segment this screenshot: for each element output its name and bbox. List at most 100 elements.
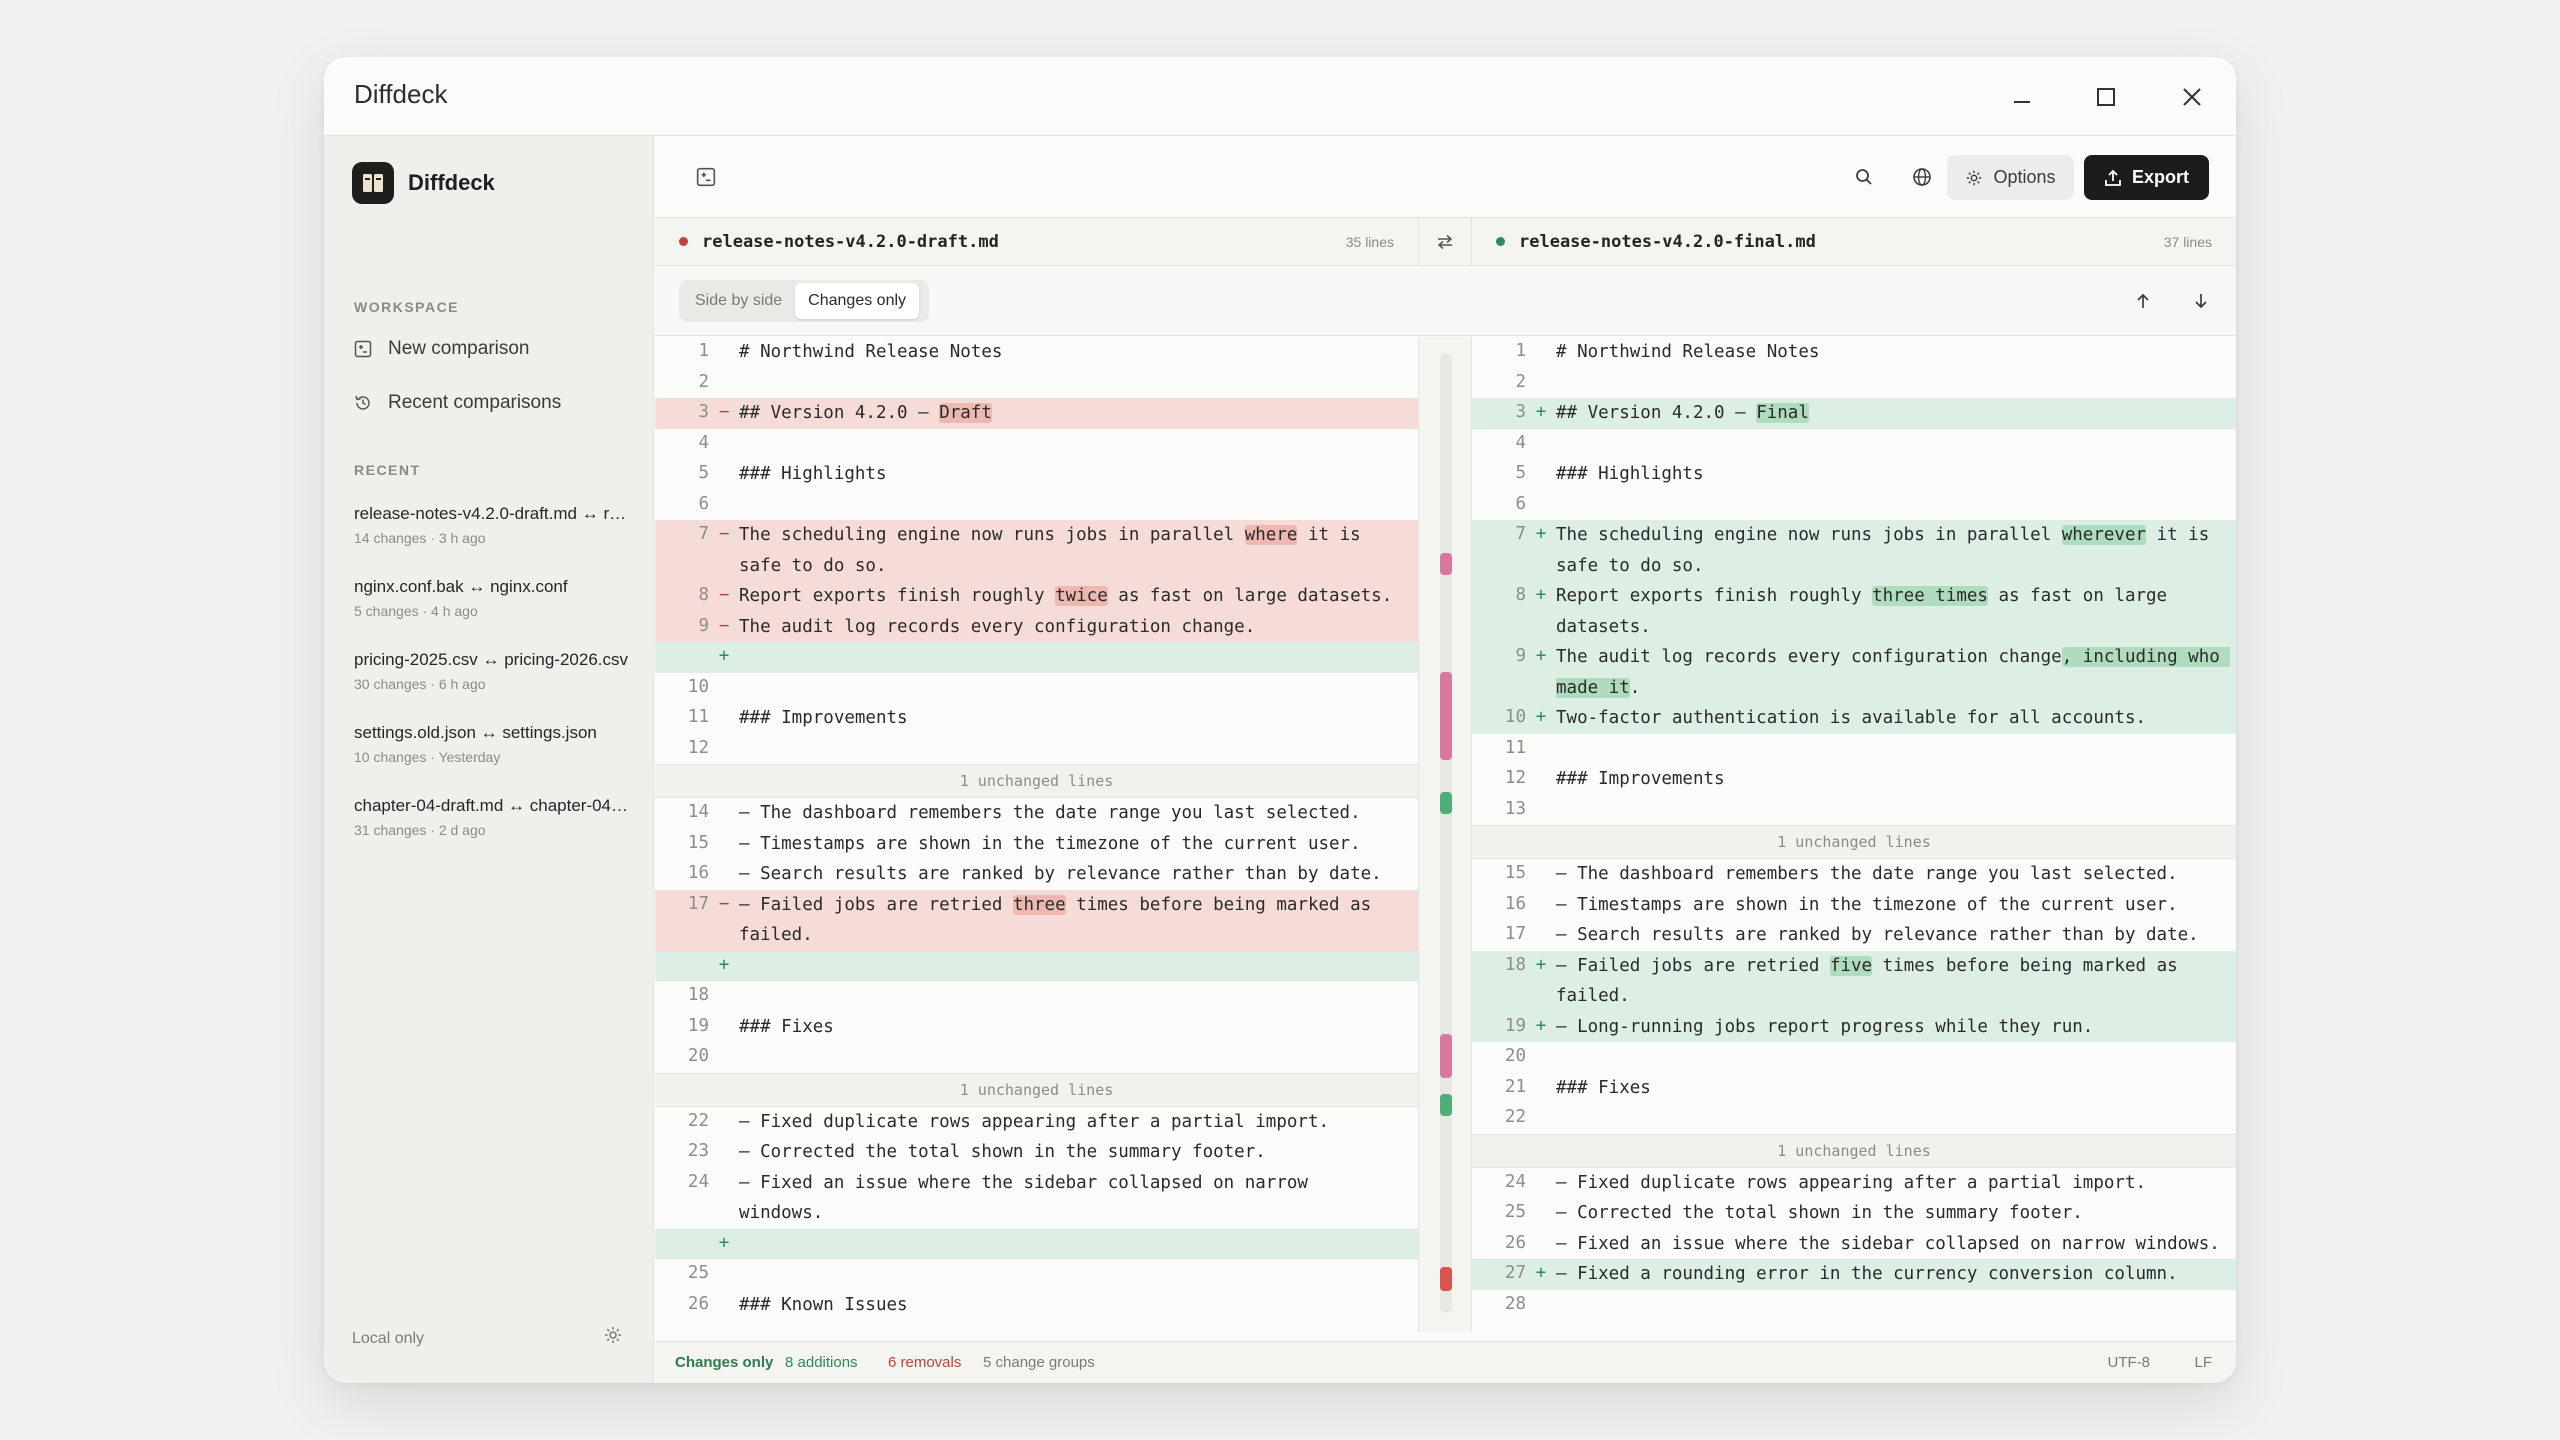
context-line: 15 – The dashboard remembers the date ran… xyxy=(1472,859,2236,890)
unchanged-lines-fold[interactable]: 1 unchanged lines xyxy=(1472,825,2236,859)
line-number: 10 xyxy=(687,676,709,697)
change-marker xyxy=(1526,490,1556,521)
context-line: 20 ​ xyxy=(655,1042,1418,1073)
view-changes-only[interactable]: Changes only xyxy=(795,283,920,319)
line-text: – The dashboard remembers the date range… xyxy=(739,798,1418,829)
main-area: Options Export release-notes-v4.2.0-draf… xyxy=(655,136,2236,1383)
line-number: 4 xyxy=(698,432,709,453)
context-line: 24 – Fixed an issue where the sidebar col… xyxy=(655,1168,1418,1229)
search-icon xyxy=(1856,169,1872,185)
text-segment: ### Highlights xyxy=(1556,464,1704,484)
context-line: 18 ​ xyxy=(655,981,1418,1012)
text-segment: – Fixed duplicate rows appearing after a… xyxy=(739,1111,1330,1132)
text-segment: ### Fixes xyxy=(739,1016,834,1037)
context-line: 4​ xyxy=(1472,429,2236,460)
line-text: ### Improvements xyxy=(739,703,1418,734)
line-text: ​ xyxy=(1556,795,2236,826)
context-line: 16 – Timestamps are shown in the timezone… xyxy=(1472,890,2236,921)
change-marker: + xyxy=(1535,524,1547,544)
text-segment: ### Fixes xyxy=(1556,1077,1651,1098)
changed-word-highlight: three times xyxy=(1872,586,1988,606)
change-marker xyxy=(1526,859,1556,890)
close-button[interactable] xyxy=(2166,71,2218,123)
recent-item[interactable]: settings.old.json ↔ settings.json 10 cha… xyxy=(354,723,629,765)
minimize-button[interactable] xyxy=(1996,71,2048,123)
line-number: 24 xyxy=(687,1171,709,1192)
language-button[interactable] xyxy=(1905,160,1939,194)
context-line: 5 ### Highlights xyxy=(1472,459,2236,490)
recent-item[interactable]: release-notes-v4.2.0-draft.md ↔ release-… xyxy=(354,504,629,546)
change-marker: + xyxy=(1535,707,1547,727)
change-marker xyxy=(1526,1198,1556,1229)
line-number xyxy=(655,1229,709,1260)
text-segment: ### Improvements xyxy=(739,708,908,728)
line-number: 4 xyxy=(1515,432,1526,453)
line-number: 23 xyxy=(687,1141,709,1161)
line-text: – Long-running jobs report progress whil… xyxy=(1556,1012,2236,1043)
change-marker: + xyxy=(1535,1263,1547,1283)
line-text: ​ xyxy=(1556,1290,2236,1321)
maximize-button[interactable] xyxy=(2080,71,2132,123)
nav-new-comparison[interactable]: New comparison xyxy=(354,338,530,360)
context-line: 24 – Fixed duplicate rows appearing after… xyxy=(1472,1168,2236,1199)
changed-word-highlight: Draft xyxy=(939,403,992,423)
line-number: 12 xyxy=(687,737,709,758)
change-marker: + xyxy=(718,646,730,666)
search-button[interactable] xyxy=(1847,160,1881,194)
recent-item[interactable]: nginx.conf.bak ↔ nginx.conf 5 changes · … xyxy=(354,577,629,619)
view-bar: Side by side Changes only xyxy=(655,266,2236,336)
text-segment: – Failed jobs are retried xyxy=(739,894,1013,915)
change-marker xyxy=(709,1042,739,1073)
next-change-button[interactable] xyxy=(2187,287,2215,315)
line-text: ​ xyxy=(1556,490,2236,521)
added-line: 7 + The scheduling engine now runs jobs in… xyxy=(1472,520,2236,581)
recent-item[interactable]: chapter-04-draft.md ↔ chapter-04-final.m… xyxy=(354,796,629,838)
minimap-removed-mark xyxy=(1440,1034,1452,1079)
change-marker: − xyxy=(718,402,730,422)
line-number: 6 xyxy=(698,493,709,514)
globe-icon xyxy=(1913,168,1931,186)
change-marker: + xyxy=(1535,954,1547,975)
line-number: 8 xyxy=(698,585,709,605)
export-button[interactable]: Export xyxy=(2084,155,2209,200)
context-line: 25 ​ xyxy=(655,1259,1418,1290)
change-minimap[interactable] xyxy=(1418,337,1472,1383)
unchanged-lines-fold[interactable]: 1 unchanged lines xyxy=(655,1072,1418,1107)
diff-square-icon xyxy=(354,340,372,358)
recent-item[interactable]: pricing-2025.csv ↔ pricing-2026.csv 30 c… xyxy=(354,650,629,692)
line-number: 19 xyxy=(1504,1015,1526,1036)
window-title: Diffdeck xyxy=(354,79,448,109)
view-mode-toggle: Side by side Changes only xyxy=(679,280,929,322)
line-number: 3 xyxy=(1515,402,1526,422)
recent-item-meta: 14 changes · 3 h ago xyxy=(354,530,486,546)
context-line: 10 ​ xyxy=(655,673,1418,704)
added-line: 9 + The audit log records every configurat… xyxy=(1472,642,2236,703)
context-line: 26 – Fixed an issue where the sidebar col… xyxy=(1472,1229,2236,1260)
context-line: 19 ### Fixes xyxy=(655,1012,1418,1043)
context-line: 5 ### Highlights xyxy=(655,459,1418,490)
unchanged-lines-fold[interactable]: 1 unchanged lines xyxy=(655,764,1418,798)
placeholder-line: +​ xyxy=(655,1228,1418,1260)
swap-files-button[interactable] xyxy=(1418,218,1472,266)
line-text: ​ xyxy=(739,368,1418,399)
view-side-by-side[interactable]: Side by side xyxy=(682,283,795,319)
change-marker xyxy=(1526,764,1556,795)
change-marker xyxy=(1526,920,1556,951)
line-number: 18 xyxy=(687,985,709,1005)
diffdeck-logo-icon xyxy=(352,162,394,204)
options-button[interactable]: Options xyxy=(1947,155,2074,200)
change-marker xyxy=(709,1168,739,1229)
minimap-removed-mark xyxy=(1440,552,1452,575)
settings-button[interactable] xyxy=(603,1325,623,1350)
new-comparison-button[interactable] xyxy=(689,160,723,194)
diff-square-icon xyxy=(696,167,716,187)
text-segment: – Fixed an issue where the sidebar colla… xyxy=(1556,1233,2220,1254)
previous-change-button[interactable] xyxy=(2129,287,2157,315)
change-marker xyxy=(1526,1073,1556,1104)
context-line: 25 – Corrected the total shown in the sum… xyxy=(1472,1198,2236,1229)
line-text: ​ xyxy=(1556,429,2236,460)
line-text: – Fixed an issue where the sidebar colla… xyxy=(739,1168,1418,1229)
nav-recent-comparisons[interactable]: Recent comparisons xyxy=(354,392,561,414)
unchanged-lines-fold[interactable]: 1 unchanged lines xyxy=(1472,1133,2236,1168)
history-icon xyxy=(355,395,370,410)
